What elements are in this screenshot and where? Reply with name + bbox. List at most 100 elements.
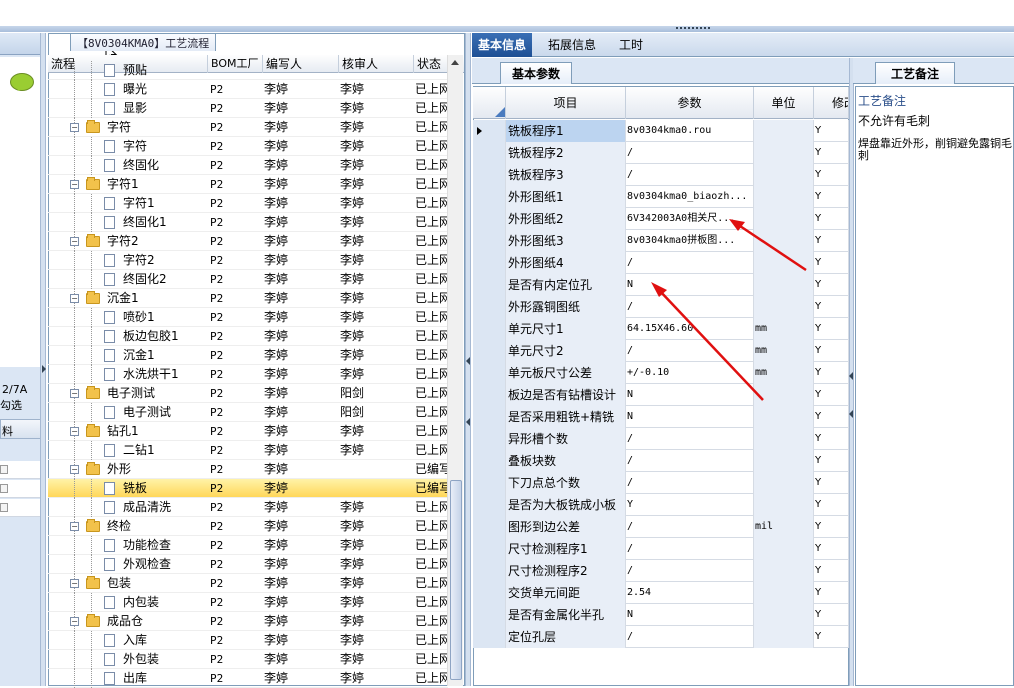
param-unit[interactable] <box>754 428 814 450</box>
param-unit[interactable]: mil <box>754 516 814 538</box>
param-row[interactable]: 外形图纸4/ Y <box>473 252 849 274</box>
param-row[interactable]: 铣板程序3/ Y <box>473 164 849 186</box>
param-value[interactable]: Y <box>626 494 754 516</box>
scroll-up-icon[interactable] <box>451 60 459 65</box>
tree-row[interactable]: 外观检查 P2 李婷 李婷 已上网 <box>48 555 448 574</box>
tree-row[interactable]: 二钻1 P2 李婷 李婷 已上网 <box>48 441 448 460</box>
collapse-toggle-icon[interactable]: − <box>70 427 79 436</box>
row-indicator[interactable] <box>473 626 506 648</box>
row-indicator[interactable] <box>473 340 506 362</box>
param-unit[interactable] <box>754 538 814 560</box>
row-indicator[interactable] <box>473 186 506 208</box>
param-unit[interactable] <box>754 560 814 582</box>
tree-row[interactable]: 终固化1 P2 李婷 李婷 已上网 <box>48 213 448 232</box>
param-unit[interactable] <box>754 494 814 516</box>
collapse-toggle-icon[interactable]: − <box>70 617 79 626</box>
row-indicator[interactable] <box>473 604 506 626</box>
tree-scrollbar[interactable] <box>447 55 463 686</box>
param-modify[interactable]: Y <box>814 538 849 560</box>
param-row[interactable]: 外形图纸2 6V342003A0相关尺... Y <box>473 208 849 230</box>
param-modify[interactable]: Y <box>814 604 849 626</box>
col-header-unit[interactable]: 单位 <box>754 87 814 119</box>
chat-bubble-icon[interactable] <box>10 73 34 91</box>
param-unit[interactable]: mm <box>754 318 814 340</box>
collapse-toggle-icon[interactable]: − <box>70 522 79 531</box>
tree-row[interactable]: − 成品仓 P2 李婷 李婷 已上网 <box>48 612 448 631</box>
tree-row[interactable]: − 字符2 P2 李婷 李婷 已上网 <box>48 232 448 251</box>
param-row[interactable]: 外形图纸1 8v0304kma0_biaozh... Y <box>473 186 849 208</box>
param-row[interactable]: 尺寸检测程序1/ Y <box>473 538 849 560</box>
collapse-arrow-icon[interactable] <box>466 418 470 426</box>
param-row[interactable]: 图形到边公差 / mil Y <box>473 516 849 538</box>
checkbox-icon[interactable] <box>0 465 8 474</box>
param-unit[interactable] <box>754 274 814 296</box>
left-pane-row[interactable] <box>0 461 44 479</box>
left-pane-row[interactable] <box>0 480 44 498</box>
tree-row[interactable]: − 包装 P2 李婷 李婷 已上网 <box>48 574 448 593</box>
col-header-item[interactable]: 项目 <box>506 87 626 119</box>
row-indicator[interactable] <box>473 384 506 406</box>
collapse-toggle-icon[interactable]: − <box>70 389 79 398</box>
tree-row[interactable]: 预贴 <box>48 61 448 80</box>
row-indicator[interactable] <box>473 582 506 604</box>
row-indicator[interactable] <box>473 208 506 230</box>
param-modify[interactable]: Y <box>814 230 849 252</box>
tree-row[interactable]: 终固化 P2 李婷 李婷 已上网 <box>48 156 448 175</box>
param-row[interactable]: 是否采用粗铣+精铣 N Y <box>473 406 849 428</box>
param-value[interactable]: / <box>626 428 754 450</box>
param-unit[interactable] <box>754 120 814 142</box>
row-indicator[interactable] <box>473 406 506 428</box>
param-value[interactable]: / <box>626 538 754 560</box>
param-modify[interactable]: Y <box>814 274 849 296</box>
left-pane-row[interactable] <box>0 499 44 517</box>
param-row[interactable]: 铣板程序1 8v0304kma0.rou Y <box>473 120 849 142</box>
collapse-toggle-icon[interactable]: − <box>70 180 79 189</box>
param-modify[interactable]: Y <box>814 318 849 340</box>
tab-extended-info[interactable]: 拓展信息 <box>542 33 602 57</box>
row-indicator[interactable] <box>473 560 506 582</box>
param-unit[interactable] <box>754 450 814 472</box>
row-indicator[interactable] <box>473 120 506 142</box>
param-unit[interactable] <box>754 384 814 406</box>
param-modify[interactable]: Y <box>814 208 849 230</box>
param-row[interactable]: 异形槽个数 / Y <box>473 428 849 450</box>
param-value[interactable]: / <box>626 450 754 472</box>
param-row[interactable]: 是否为大板铣成小板 Y Y <box>473 494 849 516</box>
param-value[interactable]: / <box>626 472 754 494</box>
param-value[interactable]: +/-0.10 <box>626 362 754 384</box>
param-value[interactable]: / <box>626 516 754 538</box>
param-unit[interactable] <box>754 604 814 626</box>
param-modify[interactable]: Y <box>814 472 849 494</box>
tab-process-notes[interactable]: 工艺备注 <box>875 62 955 84</box>
param-row[interactable]: 铣板程序2/ Y <box>473 142 849 164</box>
row-indicator[interactable] <box>473 516 506 538</box>
row-indicator[interactable] <box>473 494 506 516</box>
param-row[interactable]: 交货单元间距 2.54 Y <box>473 582 849 604</box>
param-modify[interactable]: Y <box>814 362 849 384</box>
param-unit[interactable]: mm <box>754 362 814 384</box>
collapse-toggle-icon[interactable]: − <box>70 123 79 132</box>
tree-row[interactable]: 终固化2 P2 李婷 李婷 已上网 <box>48 270 448 289</box>
param-unit[interactable] <box>754 164 814 186</box>
param-modify[interactable]: Y <box>814 582 849 604</box>
param-row[interactable]: 定位孔层 / Y <box>473 626 849 648</box>
left-splitter[interactable] <box>40 33 46 686</box>
collapse-arrow-icon[interactable] <box>849 410 853 418</box>
tree-row[interactable]: 板边包胶1 P2 李婷 李婷 已上网 <box>48 327 448 346</box>
param-value[interactable]: 8v0304kma0.rou <box>626 120 754 142</box>
tab-basic-params[interactable]: 基本参数 <box>500 62 572 84</box>
tree-row[interactable]: 铣板 P2 李婷 已编写 <box>48 479 448 498</box>
param-modify[interactable]: Y <box>814 384 849 406</box>
param-row[interactable]: 叠板块数 / Y <box>473 450 849 472</box>
param-modify[interactable]: Y <box>814 626 849 648</box>
collapse-toggle-icon[interactable]: − <box>70 465 79 474</box>
row-indicator[interactable] <box>473 472 506 494</box>
param-row[interactable]: 单元板尺寸公差 +/-0.10 mm Y <box>473 362 849 384</box>
param-row[interactable]: 单元尺寸1 64.15X46.60 mm Y <box>473 318 849 340</box>
tree-row[interactable]: − 钻孔1 P2 李婷 李婷 已上网 <box>48 422 448 441</box>
collapse-toggle-icon[interactable]: − <box>70 579 79 588</box>
param-unit[interactable] <box>754 252 814 274</box>
param-value[interactable]: N <box>626 604 754 626</box>
param-value[interactable]: 2.54 <box>626 582 754 604</box>
param-modify[interactable]: Y <box>814 428 849 450</box>
